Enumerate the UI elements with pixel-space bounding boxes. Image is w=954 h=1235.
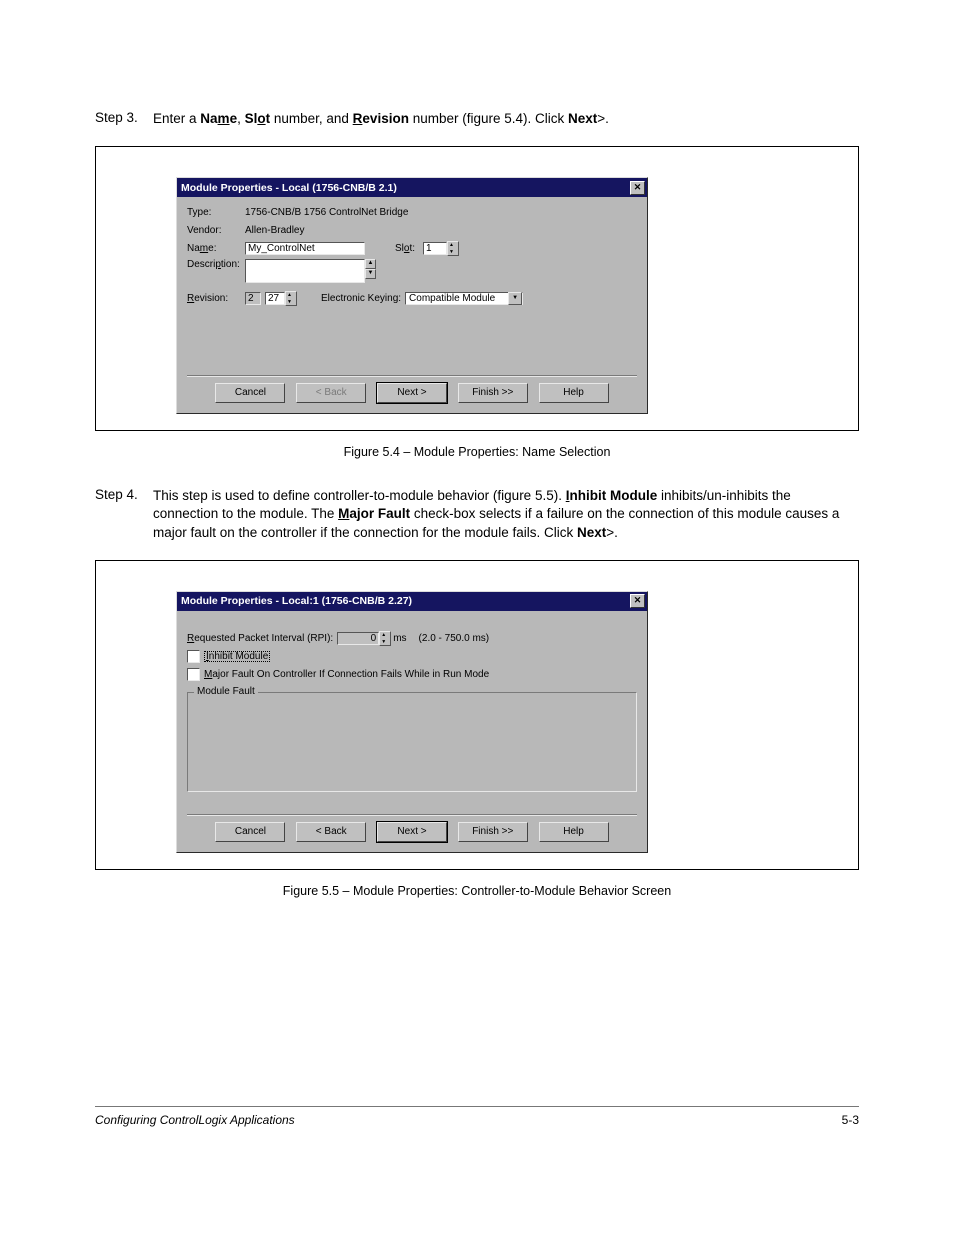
txt: Sl bbox=[245, 111, 258, 126]
rev-spinner[interactable] bbox=[285, 291, 297, 306]
step3-label: Step 3. bbox=[95, 110, 153, 128]
rpi-label: Requested Packet Interval (RPI): bbox=[187, 633, 333, 644]
cancel-button[interactable]: Cancel bbox=[215, 822, 285, 842]
footer-right: 5-3 bbox=[842, 1113, 859, 1127]
dialog-module-props-1: Module Properties - Local (1756-CNB/B 2.… bbox=[176, 177, 648, 414]
close-icon[interactable]: ✕ bbox=[630, 181, 645, 195]
txt: o bbox=[257, 111, 265, 126]
title-text: Module Properties - Local (1756-CNB/B 2.… bbox=[181, 182, 397, 194]
ek-label: Electronic Keying: bbox=[321, 293, 401, 304]
rpi-spinner bbox=[379, 631, 391, 646]
step4-row: Step 4. This step is used to define cont… bbox=[95, 487, 859, 542]
vendor-value: Allen-Bradley bbox=[245, 225, 304, 236]
separator bbox=[187, 375, 637, 377]
rpi-ms: ms bbox=[393, 633, 406, 644]
help-button[interactable]: Help bbox=[539, 822, 609, 842]
name-label: Name: bbox=[187, 243, 245, 254]
dialog-module-props-2: Module Properties - Local:1 (1756-CNB/B … bbox=[176, 591, 648, 853]
page-footer: Configuring ControlLogix Applications 5-… bbox=[95, 1113, 859, 1127]
footer-rule bbox=[95, 1106, 859, 1107]
txt: ajor Fault bbox=[349, 506, 410, 521]
next-button[interactable]: Next > bbox=[377, 822, 447, 842]
txt: R bbox=[353, 111, 363, 126]
dialog-body: Type: 1756-CNB/B 1756 ControlNet Bridge … bbox=[177, 197, 647, 413]
txt: number (figure 5.4). Click bbox=[409, 111, 568, 126]
help-button[interactable]: Help bbox=[539, 383, 609, 403]
footer-left: Configuring ControlLogix Applications bbox=[95, 1113, 295, 1127]
slot-input[interactable]: 1 bbox=[423, 242, 447, 255]
type-value: 1756-CNB/B 1756 ControlNet Bridge bbox=[245, 207, 408, 218]
slot-label: Slot: bbox=[395, 243, 423, 254]
figure-5-5-frame: Module Properties - Local:1 (1756-CNB/B … bbox=[95, 560, 859, 870]
txt: , bbox=[237, 111, 245, 126]
desc-scroll[interactable]: ▲▼ bbox=[365, 259, 376, 279]
title-text: Module Properties - Local:1 (1756-CNB/B … bbox=[181, 595, 412, 607]
txt: M bbox=[338, 506, 349, 521]
txt: This step is used to define controller-t… bbox=[153, 488, 566, 503]
rev-major-input: 2 bbox=[245, 292, 261, 305]
txt: e bbox=[230, 111, 238, 126]
majorfault-label: Major Fault On Controller If Connection … bbox=[204, 669, 489, 680]
type-label: Type: bbox=[187, 207, 245, 218]
next-button[interactable]: Next > bbox=[377, 383, 447, 403]
rpi-input: 0 bbox=[337, 632, 379, 645]
txt: >. bbox=[606, 525, 618, 540]
titlebar[interactable]: Module Properties - Local:1 (1756-CNB/B … bbox=[177, 592, 647, 611]
rpi-range: (2.0 - 750.0 ms) bbox=[419, 633, 490, 644]
ek-dropdown[interactable]: Compatible Module ▼ bbox=[405, 292, 523, 305]
finish-button[interactable]: Finish >> bbox=[458, 822, 528, 842]
txt: nhibit Module bbox=[569, 488, 657, 503]
majorfault-checkbox[interactable] bbox=[187, 668, 200, 681]
separator bbox=[187, 814, 637, 816]
ek-value: Compatible Module bbox=[409, 293, 508, 304]
step3-body: Enter a Name, Slot number, and Revision … bbox=[153, 110, 859, 128]
desc-input[interactable] bbox=[245, 259, 365, 283]
inhibit-label: Inhibit Module bbox=[204, 651, 270, 662]
cancel-button[interactable]: Cancel bbox=[215, 383, 285, 403]
inhibit-checkbox[interactable] bbox=[187, 650, 200, 663]
back-button[interactable]: < Back bbox=[296, 822, 366, 842]
step4-label: Step 4. bbox=[95, 487, 153, 542]
rev-minor-input[interactable]: 27 bbox=[265, 292, 285, 305]
txt: evision bbox=[362, 111, 409, 126]
txt: Next bbox=[568, 111, 597, 126]
back-button: < Back bbox=[296, 383, 366, 403]
txt: Enter a bbox=[153, 111, 200, 126]
slot-spinner[interactable] bbox=[447, 241, 459, 256]
module-fault-fieldset: Module Fault bbox=[187, 692, 637, 792]
module-fault-legend: Module Fault bbox=[194, 686, 258, 697]
txt: m bbox=[218, 111, 230, 126]
txt: Na bbox=[200, 111, 217, 126]
chevron-down-icon[interactable]: ▼ bbox=[508, 292, 522, 305]
desc-label: Description: bbox=[187, 259, 245, 270]
close-icon[interactable]: ✕ bbox=[630, 594, 645, 608]
step4-body: This step is used to define controller-t… bbox=[153, 487, 859, 542]
txt: number, and bbox=[270, 111, 353, 126]
txt: Next bbox=[577, 525, 606, 540]
txt: >. bbox=[597, 111, 609, 126]
vendor-label: Vendor: bbox=[187, 225, 245, 236]
figure-5-4-caption: Figure 5.4 – Module Properties: Name Sel… bbox=[95, 445, 859, 459]
titlebar[interactable]: Module Properties - Local (1756-CNB/B 2.… bbox=[177, 178, 647, 197]
finish-button[interactable]: Finish >> bbox=[458, 383, 528, 403]
revision-label: Revision: bbox=[187, 293, 245, 304]
step3-row: Step 3. Enter a Name, Slot number, and R… bbox=[95, 110, 859, 128]
name-input[interactable]: My_ControlNet bbox=[245, 242, 365, 255]
figure-5-4-frame: Module Properties - Local (1756-CNB/B 2.… bbox=[95, 146, 859, 431]
dialog-body: Requested Packet Interval (RPI): 0 ms (2… bbox=[177, 611, 647, 852]
figure-5-5-caption: Figure 5.5 – Module Properties: Controll… bbox=[95, 884, 859, 898]
